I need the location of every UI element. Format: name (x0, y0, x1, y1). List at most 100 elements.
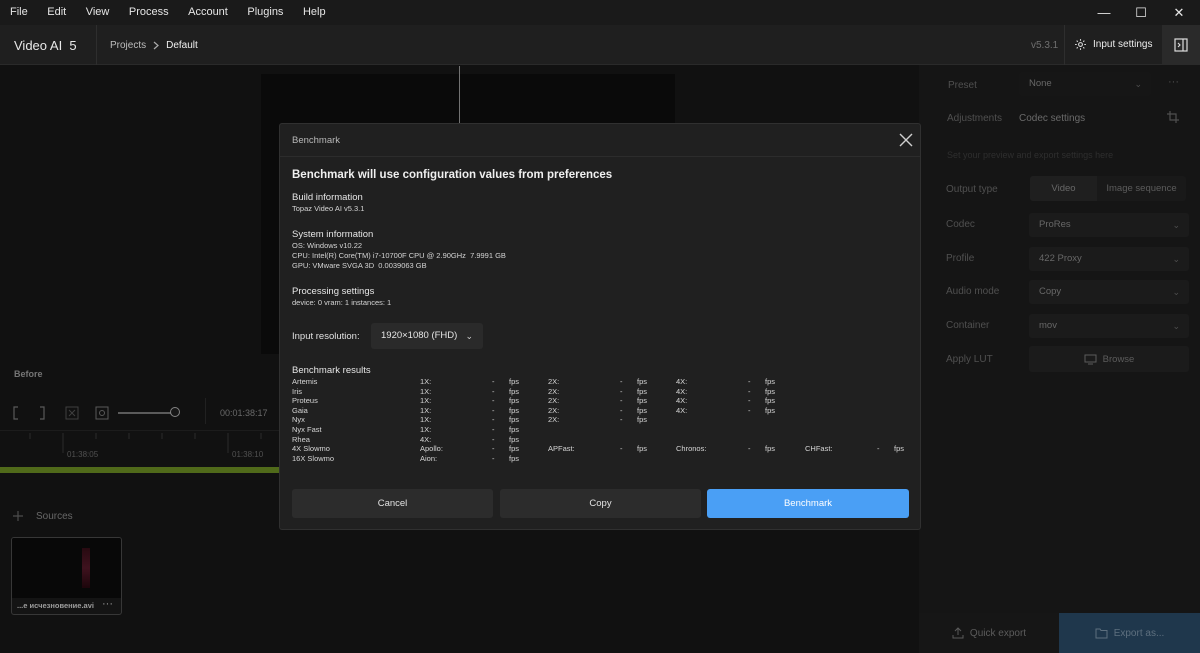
result-label: 1X: (420, 405, 432, 415)
model-name: 4X Slowmo (292, 444, 330, 454)
model-name: Gaia (292, 405, 308, 415)
sidebar-toggle-icon (1174, 38, 1188, 52)
header-divider (96, 25, 97, 65)
table-row: Proteus 1X: - fps 2X: - fps 4X: - fps (292, 396, 912, 406)
result-unit: fps (765, 405, 776, 415)
table-row: Artemis 1X: - fps 2X: - fps 4X: - fps (292, 377, 912, 387)
breadcrumb: Projects Default (110, 40, 198, 51)
result-unit: fps (637, 415, 648, 425)
result-value: - (492, 434, 495, 444)
app-title: Video AI 5 (14, 38, 77, 53)
maximize-button[interactable]: ☐ (1124, 0, 1158, 25)
copy-button[interactable]: Copy (500, 489, 701, 518)
breadcrumb-current: Default (166, 40, 198, 51)
result-label: 2X: (548, 405, 560, 415)
result-unit: fps (637, 377, 648, 386)
processing-settings-line: device: 0 vram: 1 instances: 1 (292, 298, 392, 307)
input-settings-label: Input settings (1093, 39, 1153, 50)
input-resolution-select[interactable]: 1920×1080 (FHD) ⌄ (371, 323, 483, 349)
result-unit: fps (765, 396, 776, 406)
dialog-headline: Benchmark will use configuration values … (292, 169, 613, 181)
result-label: 4X: (676, 386, 688, 396)
result-label: CHFast: (805, 444, 833, 454)
result-value: - (620, 396, 623, 406)
input-resolution-label: Input resolution: (292, 331, 360, 342)
result-value: - (620, 405, 623, 415)
result-value: - (748, 377, 751, 386)
chevron-right-icon (153, 41, 160, 50)
result-value: - (620, 415, 623, 425)
build-info-title: Build information (292, 192, 363, 203)
result-unit: fps (509, 415, 520, 425)
result-unit: fps (509, 386, 520, 396)
processing-settings-title: Processing settings (292, 286, 375, 297)
dialog-header: Benchmark (280, 124, 920, 157)
model-name: Nyx (292, 415, 305, 425)
result-unit: fps (637, 396, 648, 406)
input-resolution-value: 1920×1080 (FHD) (381, 330, 458, 341)
result-value: - (748, 386, 751, 396)
menu-view[interactable]: View (76, 0, 119, 25)
model-name: 16X Slowmo (292, 453, 335, 463)
table-row: Gaia 1X: - fps 2X: - fps 4X: - fps (292, 406, 912, 416)
result-value: - (492, 425, 495, 434)
result-value: - (492, 444, 495, 454)
input-settings-button[interactable]: Input settings (1074, 38, 1152, 51)
result-label: Aion: (420, 453, 438, 463)
menu-account[interactable]: Account (178, 0, 237, 25)
result-value: - (492, 405, 495, 415)
chevron-down-icon: ⌄ (465, 331, 473, 341)
table-row: Nyx Fast 1X: - fps (292, 425, 912, 435)
result-value: - (877, 444, 880, 454)
menu-bar: File Edit View Process Account Plugins H… (0, 0, 1200, 25)
minimize-button[interactable]: — (1087, 0, 1121, 25)
result-unit: fps (637, 386, 648, 396)
result-unit: fps (637, 405, 648, 415)
menu-help[interactable]: Help (293, 0, 335, 25)
result-value: - (748, 444, 751, 454)
result-label: 4X: (676, 377, 688, 386)
result-value: - (492, 386, 495, 396)
result-unit: fps (509, 396, 520, 406)
cancel-button[interactable]: Cancel (292, 489, 493, 518)
model-name: Artemis (292, 377, 318, 386)
result-unit: fps (894, 444, 905, 454)
result-label: 2X: (548, 396, 560, 406)
menu-file[interactable]: File (0, 0, 37, 25)
benchmark-button[interactable]: Benchmark (707, 489, 909, 518)
result-unit: fps (765, 444, 776, 454)
menu-process[interactable]: Process (119, 0, 178, 25)
result-value: - (620, 386, 623, 396)
result-label: 2X: (548, 415, 560, 425)
result-value: - (620, 377, 623, 386)
table-row: Nyx 1X: - fps 2X: - fps (292, 415, 912, 425)
result-label: 1X: (420, 377, 432, 386)
result-unit: fps (509, 453, 520, 463)
result-label: 1X: (420, 386, 432, 396)
table-row: 16X Slowmo Aion: - fps (292, 454, 912, 464)
result-unit: fps (637, 444, 648, 454)
system-info-line: CPU: Intel(R) Core(TM) i7-10700F CPU @ 2… (292, 251, 506, 260)
result-unit: fps (509, 425, 520, 434)
result-label: 4X: (420, 434, 432, 444)
breadcrumb-projects[interactable]: Projects (110, 40, 146, 51)
table-row: Iris 1X: - fps 2X: - fps 4X: - fps (292, 387, 912, 397)
result-label: 4X: (676, 405, 688, 415)
result-value: - (492, 396, 495, 406)
panel-toggle-button[interactable] (1162, 25, 1200, 65)
result-label: 2X: (548, 377, 560, 386)
result-value: - (492, 415, 495, 425)
result-unit: fps (509, 405, 520, 415)
menu-plugins[interactable]: Plugins (237, 0, 293, 25)
close-icon[interactable] (896, 130, 916, 150)
result-value: - (492, 453, 495, 463)
result-label: 1X: (420, 425, 432, 434)
table-row: Rhea 4X: - fps (292, 435, 912, 445)
build-info-line: Topaz Video AI v5.3.1 (292, 204, 365, 213)
close-icon-glyph (899, 133, 913, 147)
table-row: 4X Slowmo Apollo: - fps APFast: - fps Chronos: -… (292, 444, 912, 454)
menu-edit[interactable]: Edit (37, 0, 75, 25)
model-name: Nyx Fast (292, 425, 322, 434)
result-label: 2X: (548, 386, 560, 396)
window-close-button[interactable]: ✕ (1162, 0, 1196, 25)
